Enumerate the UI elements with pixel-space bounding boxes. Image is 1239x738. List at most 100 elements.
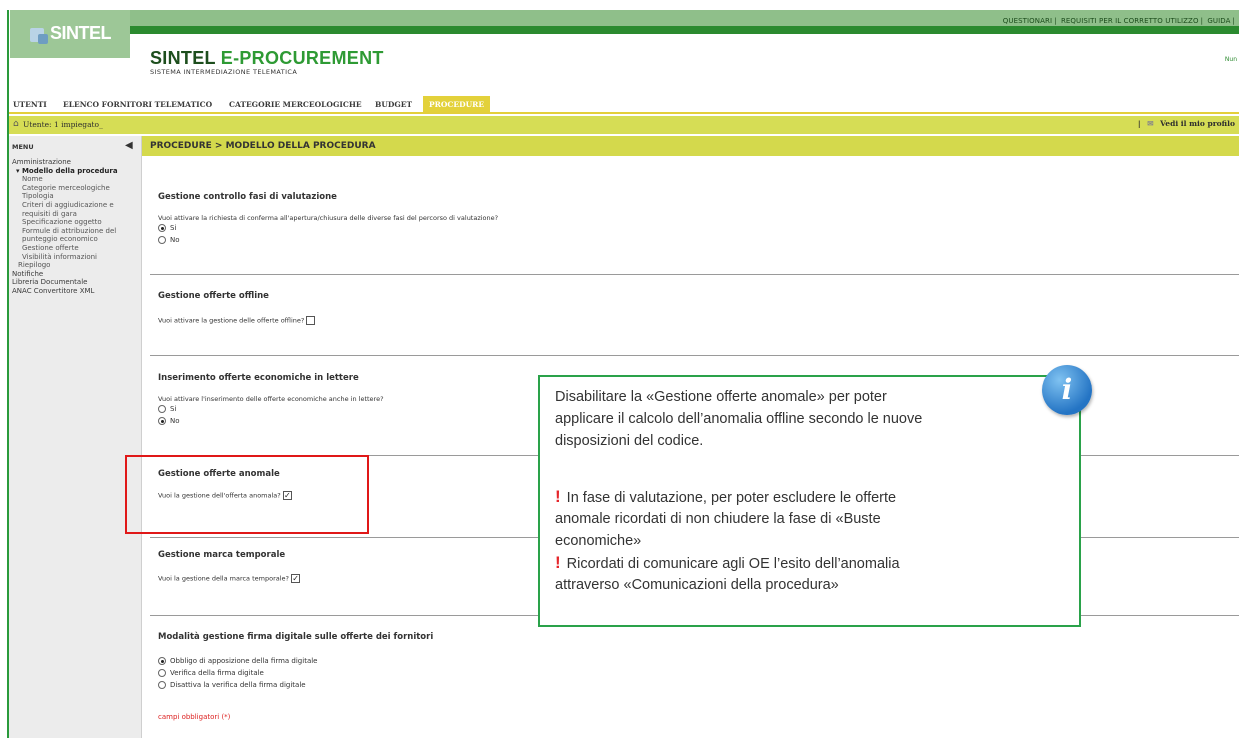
radio-selected-icon bbox=[158, 224, 166, 232]
question-offerte-lettere: Vuoi attivare l'inserimento delle offert… bbox=[158, 395, 384, 403]
section-title-offerte-lettere: Inserimento offerte economiche in letter… bbox=[158, 373, 359, 383]
sidebar-item-modello[interactable]: ▾ Modello della procedura bbox=[12, 167, 140, 176]
sidebar-item-gestione-offerte[interactable]: Gestione offerte bbox=[12, 244, 140, 253]
callout-line: economiche» bbox=[555, 533, 642, 549]
radio-label: Si bbox=[170, 224, 177, 232]
radio-selected-icon bbox=[158, 657, 166, 665]
app-title-part2: E-PROCUREMENT bbox=[220, 48, 384, 68]
radio-empty-icon bbox=[158, 669, 166, 677]
profile-link[interactable]: | ✉ Vedi il mio profilo bbox=[1138, 119, 1235, 128]
tab-budget[interactable]: BUDGET bbox=[375, 100, 412, 109]
header-right-fragment: Nun bbox=[1224, 56, 1237, 63]
radio-disattiva-firma[interactable]: Disattiva la verifica della firma digita… bbox=[158, 681, 306, 689]
divider bbox=[150, 274, 1239, 275]
callout-line: Disabilitare la «Gestione offerte anomal… bbox=[555, 389, 887, 405]
separator: | bbox=[1137, 119, 1141, 128]
collapse-menu-icon[interactable]: ◀ bbox=[125, 140, 133, 151]
tab-procedure[interactable]: PROCEDURE bbox=[423, 96, 491, 112]
user-bar: ⌂ Utente: 1 impiegato_ | ✉ Vedi il mio p… bbox=[9, 116, 1239, 134]
radio-empty-icon bbox=[158, 405, 166, 413]
link-requisiti[interactable]: REQUISITI PER IL CORRETTO UTILIZZO bbox=[1061, 17, 1199, 25]
radio-no-controllo[interactable]: No bbox=[158, 236, 180, 244]
tab-utenti[interactable]: UTENTI bbox=[13, 100, 47, 109]
breadcrumb-text: PROCEDURE > MODELLO DELLA PROCEDURA bbox=[150, 141, 376, 151]
logo-mark-icon bbox=[38, 34, 48, 44]
link-guida[interactable]: GUIDA bbox=[1207, 17, 1230, 25]
radio-empty-icon bbox=[158, 236, 166, 244]
callout-line: applicare il calcolo dell’anomalia offli… bbox=[555, 411, 923, 427]
callout-line: anomale ricordati di non chiudere la fas… bbox=[555, 511, 881, 527]
home-icon[interactable]: ⌂ bbox=[13, 119, 19, 129]
callout-line-text: Ricordati di comunicare agli OE l’esito … bbox=[566, 556, 900, 572]
sidebar-item-categorie[interactable]: Categorie merceologiche bbox=[12, 184, 140, 193]
checkbox-marca-temporale[interactable]: ✓ bbox=[291, 574, 301, 583]
sidebar: MENU ◀ Amministrazione ▾ Modello della p… bbox=[9, 136, 142, 738]
sidebar-item-formule[interactable]: Formule di attribuzione del bbox=[12, 227, 140, 236]
info-callout: Disabilitare la «Gestione offerte anomal… bbox=[538, 375, 1081, 627]
section-title-offerte-offline: Gestione offerte offline bbox=[158, 291, 269, 301]
radio-label: Si bbox=[170, 405, 177, 413]
radio-si-lettere[interactable]: Si bbox=[158, 405, 176, 413]
sidebar-item-amministrazione[interactable]: Amministrazione bbox=[12, 158, 140, 167]
logo-text: SINTEL bbox=[50, 23, 112, 43]
question-controllo-fasi: Vuoi attivare la richiesta di conferma a… bbox=[158, 214, 499, 222]
callout-line: disposizioni del codice. bbox=[555, 433, 704, 449]
highlight-box bbox=[125, 455, 369, 534]
radio-no-lettere[interactable]: No bbox=[158, 417, 180, 425]
radio-label: Disattiva la verifica della firma digita… bbox=[170, 681, 306, 689]
radio-verifica-firma[interactable]: Verifica della firma digitale bbox=[158, 669, 264, 677]
sidebar-item-tipologia[interactable]: Tipologia bbox=[12, 192, 140, 201]
exclamation-icon: ! bbox=[555, 487, 561, 506]
section-title-marca-temporale: Gestione marca temporale bbox=[158, 550, 286, 560]
exclamation-icon: ! bbox=[555, 553, 561, 572]
radio-empty-icon bbox=[158, 681, 166, 689]
user-label: Utente: 1 impiegato_ bbox=[23, 120, 103, 129]
logo[interactable]: SINTEL bbox=[10, 10, 130, 58]
callout-line: attraverso «Comunicazioni della procedur… bbox=[555, 577, 839, 593]
section-title-firma-digitale: Modalità gestione firma digitale sulle o… bbox=[158, 632, 434, 642]
sidebar-item-anac[interactable]: ANAC Convertitore XML bbox=[12, 287, 140, 296]
sidebar-item-formule-2[interactable]: punteggio economico bbox=[12, 235, 140, 244]
top-bar: QUESTIONARI | REQUISITI PER IL CORRETTO U… bbox=[130, 10, 1239, 34]
radio-label: Verifica della firma digitale bbox=[170, 669, 264, 677]
sidebar-item-libreria[interactable]: Libreria Documentale bbox=[12, 278, 140, 287]
sidebar-item-specificazione[interactable]: Specificazione oggetto bbox=[12, 218, 140, 227]
tab-elenco-fornitori[interactable]: ELENCO FORNITORI TELEMATICO bbox=[63, 100, 212, 109]
callout-line-text: In fase di valutazione, per poter esclud… bbox=[566, 490, 897, 506]
radio-label: No bbox=[170, 417, 180, 425]
menu-label: MENU bbox=[12, 143, 34, 151]
divider bbox=[150, 355, 1239, 356]
question-text: Vuoi la gestione della marca temporale? bbox=[158, 574, 290, 583]
sidebar-item-notifiche[interactable]: Notifiche bbox=[12, 270, 140, 279]
main-nav: UTENTI ELENCO FORNITORI TELEMATICO CATEG… bbox=[9, 96, 1239, 114]
app-title-part1: SINTEL bbox=[150, 48, 221, 68]
screen: QUESTIONARI | REQUISITI PER IL CORRETTO U… bbox=[0, 0, 1239, 738]
sidebar-item-criteri[interactable]: Criteri di aggiudicazione e bbox=[12, 201, 140, 210]
breadcrumb: PROCEDURE > MODELLO DELLA PROCEDURA bbox=[142, 136, 1239, 156]
question-text: Vuoi attivare la gestione delle offerte … bbox=[158, 316, 305, 325]
question-offerte-offline: Vuoi attivare la gestione delle offerte … bbox=[158, 316, 316, 325]
radio-label: No bbox=[170, 236, 180, 244]
radio-obbligo-firma[interactable]: Obbligo di apposizione della firma digit… bbox=[158, 657, 318, 665]
radio-selected-icon bbox=[158, 417, 166, 425]
callout-line: ! Ricordati di comunicare agli OE l’esito… bbox=[555, 552, 900, 575]
profile-icon: ✉ bbox=[1147, 119, 1154, 128]
profile-label: Vedi il mio profilo bbox=[1160, 119, 1235, 128]
sidebar-item-riepilogo[interactable]: Riepilogo bbox=[12, 261, 140, 270]
tab-categorie[interactable]: CATEGORIE MERCEOLOGICHE bbox=[229, 100, 362, 109]
required-fields-note: campi obbligatori (*) bbox=[158, 713, 231, 721]
sidebar-item-nome[interactable]: Nome bbox=[12, 175, 140, 184]
info-icon: i bbox=[1042, 365, 1092, 415]
sidebar-item-visibilita[interactable]: Visibilità informazioni bbox=[12, 253, 140, 262]
question-marca-temporale: Vuoi la gestione della marca temporale? … bbox=[158, 574, 301, 583]
sidebar-list: Amministrazione ▾ Modello della procedur… bbox=[12, 158, 140, 296]
app-title: SINTEL E-PROCUREMENT bbox=[150, 48, 384, 69]
checkbox-offerte-offline[interactable] bbox=[306, 316, 316, 325]
app-subtitle: SISTEMA INTERMEDIAZIONE TELEMATICA bbox=[150, 68, 298, 76]
link-questionari[interactable]: QUESTIONARI bbox=[1003, 17, 1052, 25]
radio-si-controllo[interactable]: Si bbox=[158, 224, 176, 232]
radio-label: Obbligo di apposizione della firma digit… bbox=[170, 657, 318, 665]
sidebar-item-criteri-2[interactable]: requisiti di gara bbox=[12, 210, 140, 219]
top-links: QUESTIONARI | REQUISITI PER IL CORRETTO U… bbox=[1002, 17, 1235, 25]
callout-line: ! In fase di valutazione, per poter esclu… bbox=[555, 486, 896, 509]
